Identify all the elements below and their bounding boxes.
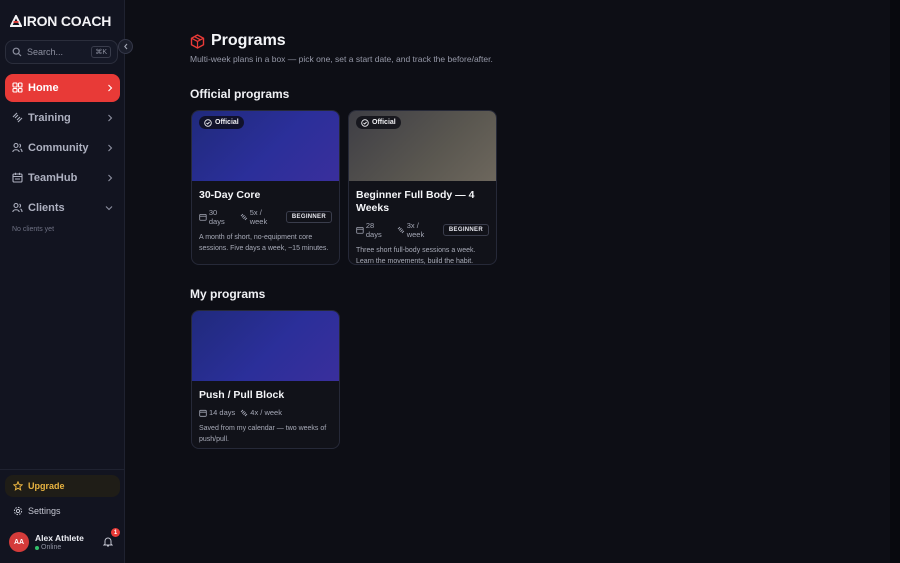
program-card-image: Official: [349, 111, 496, 181]
user-profile[interactable]: AA Alex Athlete Online 1: [9, 528, 121, 554]
search-shortcut: ⌘K: [91, 46, 111, 58]
chevron-left-icon: [123, 43, 127, 50]
search-icon: [12, 47, 22, 57]
sidebar-item-label: Clients: [28, 202, 65, 214]
sidebar: IRON COACH Search... ⌘K Home Training Co…: [0, 0, 125, 563]
settings-label: Settings: [28, 506, 61, 516]
sidebar-item-label: Training: [28, 112, 71, 124]
chevron-right-icon: [107, 84, 113, 92]
bell-icon[interactable]: [103, 536, 113, 547]
program-frequency-text: 3x / week: [406, 221, 425, 239]
collapse-sidebar-button[interactable]: [118, 39, 133, 54]
program-duration: 28 days: [356, 221, 392, 239]
calendar-icon: [12, 172, 24, 184]
user-name: Alex Athlete: [35, 533, 84, 543]
program-meta: 28 days 3x / week BEGINNER: [356, 221, 489, 239]
notification-badge: 1: [111, 528, 120, 537]
program-card[interactable]: Push / Pull Block 14 days 4x / week Save…: [191, 310, 340, 449]
program-meta: 30 days 5x / week BEGINNER: [199, 208, 332, 226]
section-title-official: Official programs: [190, 87, 290, 101]
program-frequency: 3x / week: [397, 221, 438, 239]
dumbbell-icon: [12, 112, 24, 124]
dumbbell-icon: [397, 226, 405, 234]
program-meta: 14 days 4x / week: [199, 408, 332, 417]
sidebar-item-community[interactable]: Community: [5, 134, 120, 162]
chevron-right-icon: [107, 174, 113, 182]
star-icon: [13, 481, 23, 491]
program-duration: 30 days: [199, 208, 235, 226]
program-description: A month of short, no-equipment core sess…: [199, 234, 329, 252]
sidebar-item-teamhub[interactable]: TeamHub: [5, 164, 120, 192]
level-badge: BEGINNER: [442, 224, 489, 236]
program-duration: 14 days: [199, 408, 235, 417]
page-title: Programs: [211, 32, 286, 49]
badge-label: Official: [372, 119, 396, 126]
program-frequency: 5x / week: [240, 208, 281, 226]
program-frequency: 4x / week: [240, 408, 282, 417]
logo-mark-icon: [10, 15, 22, 27]
sidebar-item-clients[interactable]: Clients: [5, 194, 120, 222]
app-logo[interactable]: IRON COACH: [10, 13, 111, 29]
logo-text: IRON COACH: [23, 13, 112, 29]
search-input[interactable]: Search... ⌘K: [5, 40, 118, 64]
online-dot-icon: [35, 545, 39, 550]
search-placeholder: Search...: [27, 47, 64, 57]
official-badge: Official: [356, 116, 401, 129]
upgrade-label: Upgrade: [28, 481, 65, 491]
chevron-right-icon: [107, 144, 113, 152]
official-badge: Official: [199, 116, 244, 129]
sidebar-item-label: Community: [28, 142, 89, 154]
program-days: 14 days: [209, 408, 236, 417]
calendar-icon: [199, 213, 207, 221]
calendar-icon: [356, 226, 364, 234]
section-title-mine: My programs: [190, 287, 266, 301]
program-card-image: Official: [192, 111, 339, 181]
page-header: Programs: [190, 32, 286, 50]
main-content: Programs Multi-week plans in a box — pic…: [125, 0, 890, 563]
users-icon: [12, 142, 24, 154]
dumbbell-icon: [240, 409, 248, 416]
calendar-icon: [199, 409, 207, 417]
dumbbell-icon: [240, 213, 248, 221]
level-badge: BEGINNER: [285, 211, 332, 223]
program-card-image: [192, 311, 339, 381]
sidebar-divider: [0, 469, 125, 470]
program-title: 30-Day Core: [199, 189, 261, 201]
users-icon: [12, 202, 24, 214]
program-card[interactable]: Official 30-Day Core 30 days 5x / week B…: [191, 110, 340, 265]
program-card[interactable]: Official Beginner Full Body — 4 Weeks 28…: [348, 110, 497, 265]
chevron-down-icon: [105, 205, 113, 211]
program-frequency-text: 5x / week: [249, 208, 268, 226]
sidebar-item-label: TeamHub: [28, 172, 78, 184]
sidebar-item-home[interactable]: Home: [5, 74, 120, 102]
avatar: AA: [9, 532, 29, 552]
user-status-text: Online: [41, 544, 62, 551]
program-description: Three short full-body sessions a week. L…: [356, 247, 476, 265]
page-subtitle: Multi-week plans in a box — pick one, se…: [190, 54, 493, 64]
chevron-right-icon: [107, 114, 113, 122]
user-status: Online: [35, 544, 84, 551]
badge-label: Official: [215, 119, 239, 126]
window-edge: [890, 0, 900, 563]
gear-icon: [13, 506, 23, 516]
sidebar-item-label: Home: [28, 82, 59, 94]
sidebar-item-training[interactable]: Training: [5, 104, 120, 132]
grid-icon: [12, 82, 24, 94]
program-days: 30 days: [208, 208, 225, 226]
program-description: Saved from my calendar — two weeks of pu…: [199, 425, 327, 443]
upgrade-button[interactable]: Upgrade: [5, 475, 120, 497]
program-title: Push / Pull Block: [199, 389, 285, 401]
sidebar-nav: Home Training Community TeamHub Clients: [5, 74, 120, 224]
clients-empty-text: No clients yet: [12, 226, 55, 233]
program-days: 28 days: [365, 221, 382, 239]
program-frequency-text: 4x / week: [250, 408, 282, 417]
box-icon: [190, 33, 205, 49]
program-title: Beginner Full Body — 4 Weeks: [356, 189, 475, 214]
check-circle-icon: [204, 118, 212, 127]
settings-button[interactable]: Settings: [5, 501, 120, 521]
check-circle-icon: [361, 118, 369, 127]
